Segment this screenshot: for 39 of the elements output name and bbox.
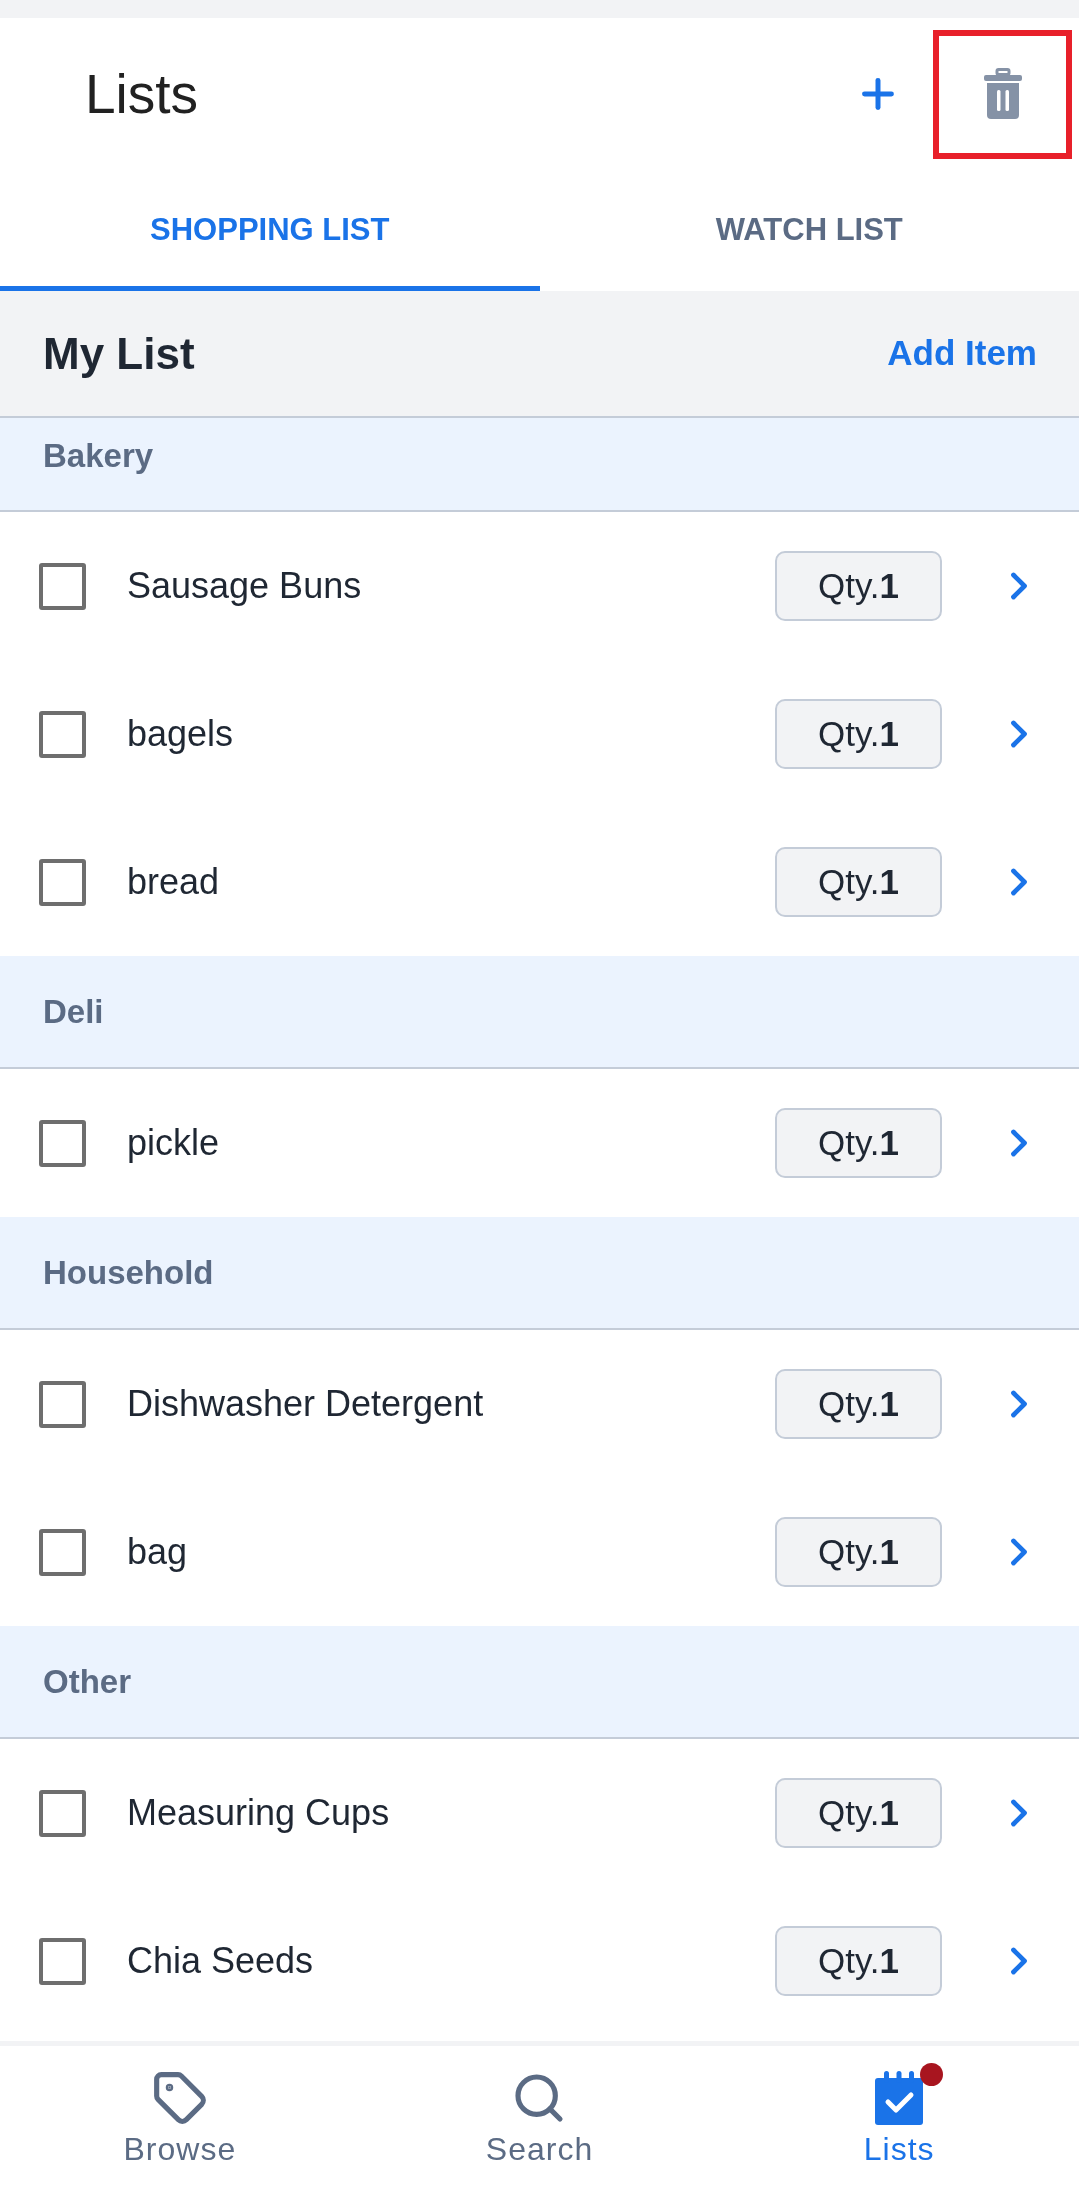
- checkbox[interactable]: [39, 562, 86, 610]
- category-name: Bakery: [43, 436, 154, 477]
- item-name: Measuring Cups: [127, 1791, 390, 1835]
- quantity-button[interactable]: Qty.1: [775, 847, 942, 917]
- quantity-button[interactable]: Qty.1: [775, 551, 942, 621]
- quantity-button[interactable]: Qty.1: [775, 1108, 942, 1178]
- nav-tab[interactable]: Lists: [719, 2046, 1079, 2188]
- category-name: Deli: [43, 991, 104, 1032]
- checklist-icon: [875, 2071, 924, 2125]
- quantity-button[interactable]: Qty.1: [775, 699, 942, 769]
- checkbox[interactable]: [39, 1380, 86, 1428]
- quantity-button[interactable]: Qty.1: [775, 1778, 942, 1848]
- quantity-button[interactable]: Qty.1: [775, 1369, 942, 1439]
- list-tab[interactable]: WATCH LIST: [539, 170, 1079, 291]
- item-name: Dishwasher Detergent: [127, 1382, 484, 1426]
- checkbox[interactable]: [39, 1528, 86, 1576]
- item-name: pickle: [127, 1121, 220, 1165]
- item-name: bread: [127, 860, 220, 904]
- item-name: bag: [127, 1530, 188, 1574]
- item-name: Sausage Buns: [127, 564, 362, 608]
- item-name: Chia Seeds: [127, 1939, 314, 1983]
- list-title: My List: [43, 327, 195, 380]
- quantity-button[interactable]: Qty.1: [775, 1926, 942, 1996]
- checkbox[interactable]: [39, 710, 86, 758]
- checkbox[interactable]: [39, 858, 86, 906]
- quantity-button[interactable]: Qty.1: [775, 1517, 942, 1587]
- tag-icon: [151, 2070, 208, 2126]
- category-name: Household: [43, 1252, 214, 1293]
- delete-button[interactable]: [933, 29, 1072, 159]
- page-title: Lists: [85, 66, 199, 122]
- category-name: Other: [43, 1661, 131, 1702]
- nav-tab[interactable]: Search: [359, 2046, 720, 2188]
- trash-icon: [982, 68, 1023, 120]
- checkbox[interactable]: [39, 1789, 86, 1837]
- nav-tab[interactable]: Browse: [0, 2046, 360, 2188]
- add-item-link[interactable]: Add Item: [887, 327, 1037, 380]
- checkbox[interactable]: [39, 1119, 86, 1167]
- checkbox[interactable]: [39, 1937, 86, 1985]
- item-name: bagels: [127, 712, 234, 756]
